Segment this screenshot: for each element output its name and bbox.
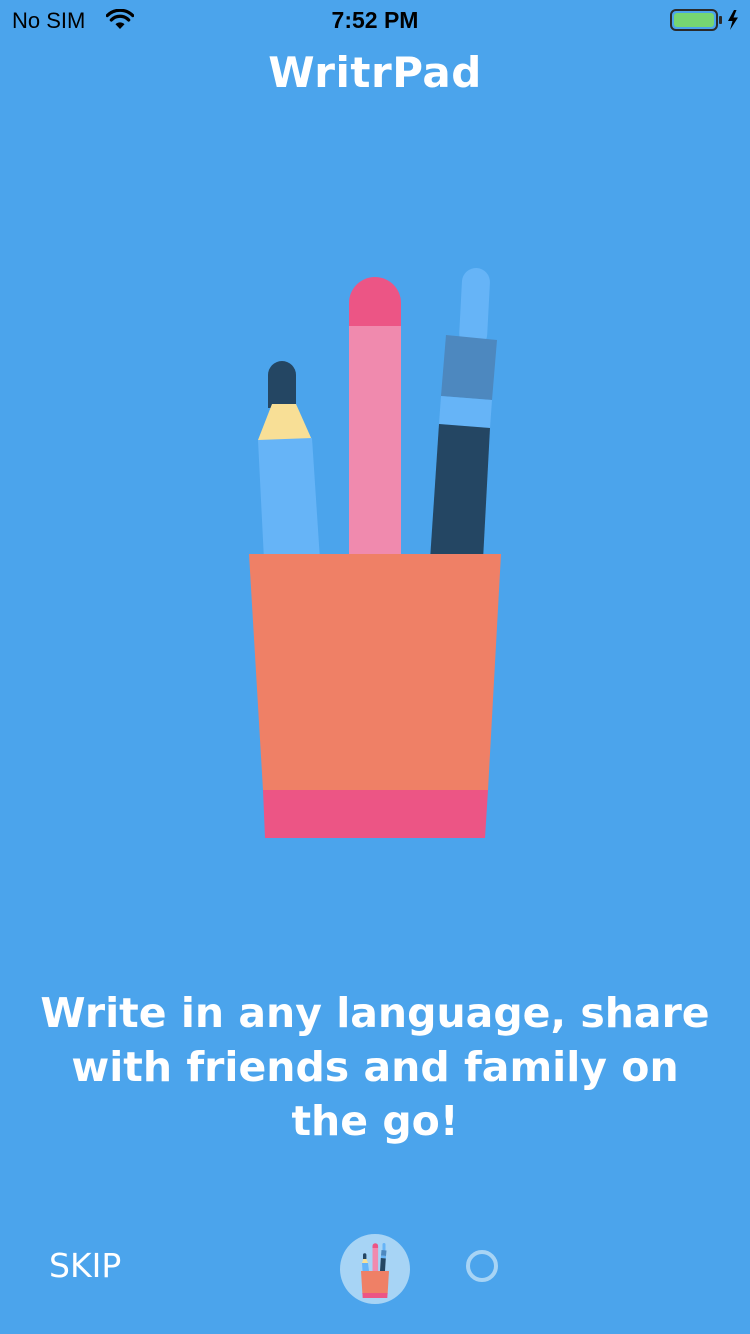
onboarding-tagline: Write in any language, share with friend… [40, 989, 710, 1145]
pencil-icon [349, 277, 401, 560]
marker-icon [258, 361, 320, 560]
pen-icon [430, 268, 497, 560]
skip-button[interactable]: SKIP [49, 1246, 121, 1285]
page-indicator-active[interactable] [340, 1234, 410, 1304]
pen-cup-illustration [249, 268, 501, 838]
pen-cup-icon [361, 1243, 389, 1298]
page-indicator-dot[interactable] [466, 1250, 498, 1282]
cup-icon [249, 554, 501, 838]
